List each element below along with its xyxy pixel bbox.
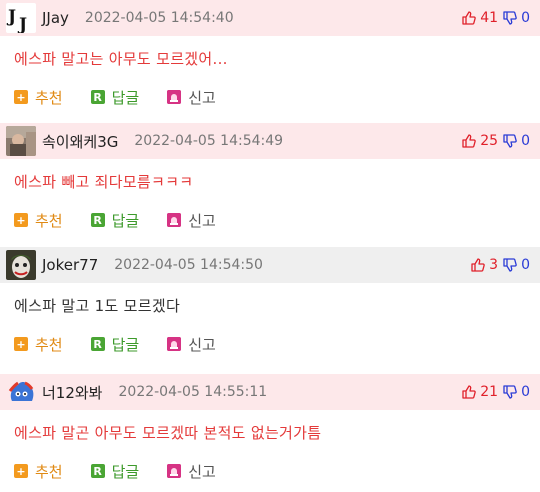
nickname[interactable]: Joker77 bbox=[42, 256, 98, 274]
siren-icon bbox=[167, 90, 182, 104]
reply-button[interactable]: R 답글 bbox=[90, 210, 140, 231]
report-button[interactable]: 신고 bbox=[167, 461, 216, 482]
reply-button[interactable]: R 답글 bbox=[90, 334, 140, 355]
reply-icon: R bbox=[90, 90, 105, 104]
recommend-label: 추천 bbox=[35, 335, 63, 354]
siren-icon bbox=[167, 464, 182, 478]
thumbs-up-icon[interactable] bbox=[461, 133, 477, 149]
up-count: 41 bbox=[480, 10, 499, 26]
comment-text: 에스파 빼고 죄다모름ㅋㅋㅋ bbox=[14, 172, 194, 191]
recommend-label: 추천 bbox=[35, 462, 63, 481]
comment-item: J J JJay 2022-04-05 14:54:40 41 0 에스파 말고… bbox=[0, 0, 540, 114]
reply-button[interactable]: R 답글 bbox=[90, 461, 140, 482]
svg-text:J: J bbox=[6, 7, 16, 27]
plus-icon: + bbox=[14, 337, 28, 351]
recommend-button[interactable]: + 추천 bbox=[14, 210, 63, 231]
nickname[interactable]: JJay bbox=[42, 9, 69, 27]
comment-date: 2022-04-05 14:54:40 bbox=[84, 10, 234, 26]
comment-actions: + 추천 R 답글 신고 bbox=[0, 454, 540, 488]
comment-header: 속이왜케3G 2022-04-05 14:54:49 25 0 bbox=[0, 123, 540, 159]
comment-item: Joker77 2022-04-05 14:54:50 3 0 에스파 말고 1… bbox=[0, 247, 540, 361]
reply-label: 답글 bbox=[111, 335, 140, 354]
vote-area: 21 0 bbox=[461, 384, 530, 400]
recommend-button[interactable]: + 추천 bbox=[14, 461, 63, 482]
vote-area: 41 0 bbox=[461, 10, 530, 26]
down-count: 0 bbox=[521, 384, 530, 400]
down-count: 0 bbox=[521, 257, 530, 273]
svg-text:J: J bbox=[17, 15, 27, 33]
thumbs-up-icon[interactable] bbox=[461, 10, 477, 26]
recommend-button[interactable]: + 추천 bbox=[14, 334, 63, 355]
comment-date: 2022-04-05 14:54:50 bbox=[114, 257, 263, 273]
plus-icon: + bbox=[14, 464, 28, 478]
cartoon-avatar bbox=[6, 377, 36, 407]
reply-label: 답글 bbox=[111, 88, 140, 107]
avatar[interactable] bbox=[6, 377, 36, 407]
down-count: 0 bbox=[521, 133, 530, 149]
report-label: 신고 bbox=[188, 88, 216, 107]
report-label: 신고 bbox=[188, 462, 216, 481]
siren-icon bbox=[167, 213, 182, 227]
plus-icon: + bbox=[14, 213, 28, 227]
down-count: 0 bbox=[521, 10, 530, 26]
thumbs-down-icon[interactable] bbox=[502, 133, 518, 149]
siren-icon bbox=[167, 337, 182, 351]
thumbs-down-icon[interactable] bbox=[502, 10, 518, 26]
up-count: 25 bbox=[480, 133, 499, 149]
photo-avatar bbox=[6, 126, 36, 156]
report-label: 신고 bbox=[188, 335, 216, 354]
thumbs-up-icon[interactable] bbox=[461, 384, 477, 400]
report-button[interactable]: 신고 bbox=[167, 87, 216, 108]
reply-label: 답글 bbox=[111, 211, 140, 230]
reply-label: 답글 bbox=[111, 462, 140, 481]
thumbs-down-icon[interactable] bbox=[502, 384, 518, 400]
comment-text: 에스파 말곤 아무도 모르겠따 본적도 없는거가틈 bbox=[14, 423, 322, 442]
reply-button[interactable]: R 답글 bbox=[90, 87, 140, 108]
joker-avatar bbox=[6, 250, 36, 280]
thumbs-down-icon[interactable] bbox=[502, 257, 518, 273]
report-label: 신고 bbox=[188, 211, 216, 230]
reply-icon: R bbox=[90, 464, 105, 478]
recommend-label: 추천 bbox=[35, 88, 63, 107]
thumbs-up-icon[interactable] bbox=[470, 257, 486, 273]
comment-header: Joker77 2022-04-05 14:54:50 3 0 bbox=[0, 247, 540, 283]
comment-item: 너12와봐 2022-04-05 14:55:11 21 0 에스파 말곤 아무… bbox=[0, 374, 540, 488]
reply-icon: R bbox=[90, 213, 105, 227]
jj-logo-avatar: J J bbox=[6, 3, 36, 33]
comment-date: 2022-04-05 14:55:11 bbox=[118, 384, 268, 400]
comment-actions: + 추천 R 답글 신고 bbox=[0, 80, 540, 114]
report-button[interactable]: 신고 bbox=[167, 334, 216, 355]
vote-area: 3 0 bbox=[470, 257, 530, 273]
comment-text: 에스파 말고 1도 모르겠다 bbox=[14, 296, 181, 315]
comment-header: J J JJay 2022-04-05 14:54:40 41 0 bbox=[0, 0, 540, 36]
recommend-button[interactable]: + 추천 bbox=[14, 87, 63, 108]
plus-icon: + bbox=[14, 90, 28, 104]
reply-icon: R bbox=[90, 337, 105, 351]
report-button[interactable]: 신고 bbox=[167, 210, 216, 231]
up-count: 3 bbox=[489, 257, 499, 273]
up-count: 21 bbox=[480, 384, 499, 400]
nickname[interactable]: 속이왜케3G bbox=[42, 131, 118, 152]
avatar[interactable]: J J bbox=[6, 3, 36, 33]
comment-item: 속이왜케3G 2022-04-05 14:54:49 25 0 에스파 빼고 죄… bbox=[0, 123, 540, 237]
avatar[interactable] bbox=[6, 250, 36, 280]
comment-header: 너12와봐 2022-04-05 14:55:11 21 0 bbox=[0, 374, 540, 410]
recommend-label: 추천 bbox=[35, 211, 63, 230]
vote-area: 25 0 bbox=[461, 133, 530, 149]
comment-actions: + 추천 R 답글 신고 bbox=[0, 203, 540, 237]
comment-text: 에스파 말고는 아무도 모르겠어... bbox=[14, 49, 228, 68]
comment-actions: + 추천 R 답글 신고 bbox=[0, 327, 540, 361]
avatar[interactable] bbox=[6, 126, 36, 156]
comment-date: 2022-04-05 14:54:49 bbox=[134, 133, 284, 149]
nickname[interactable]: 너12와봐 bbox=[42, 382, 103, 403]
